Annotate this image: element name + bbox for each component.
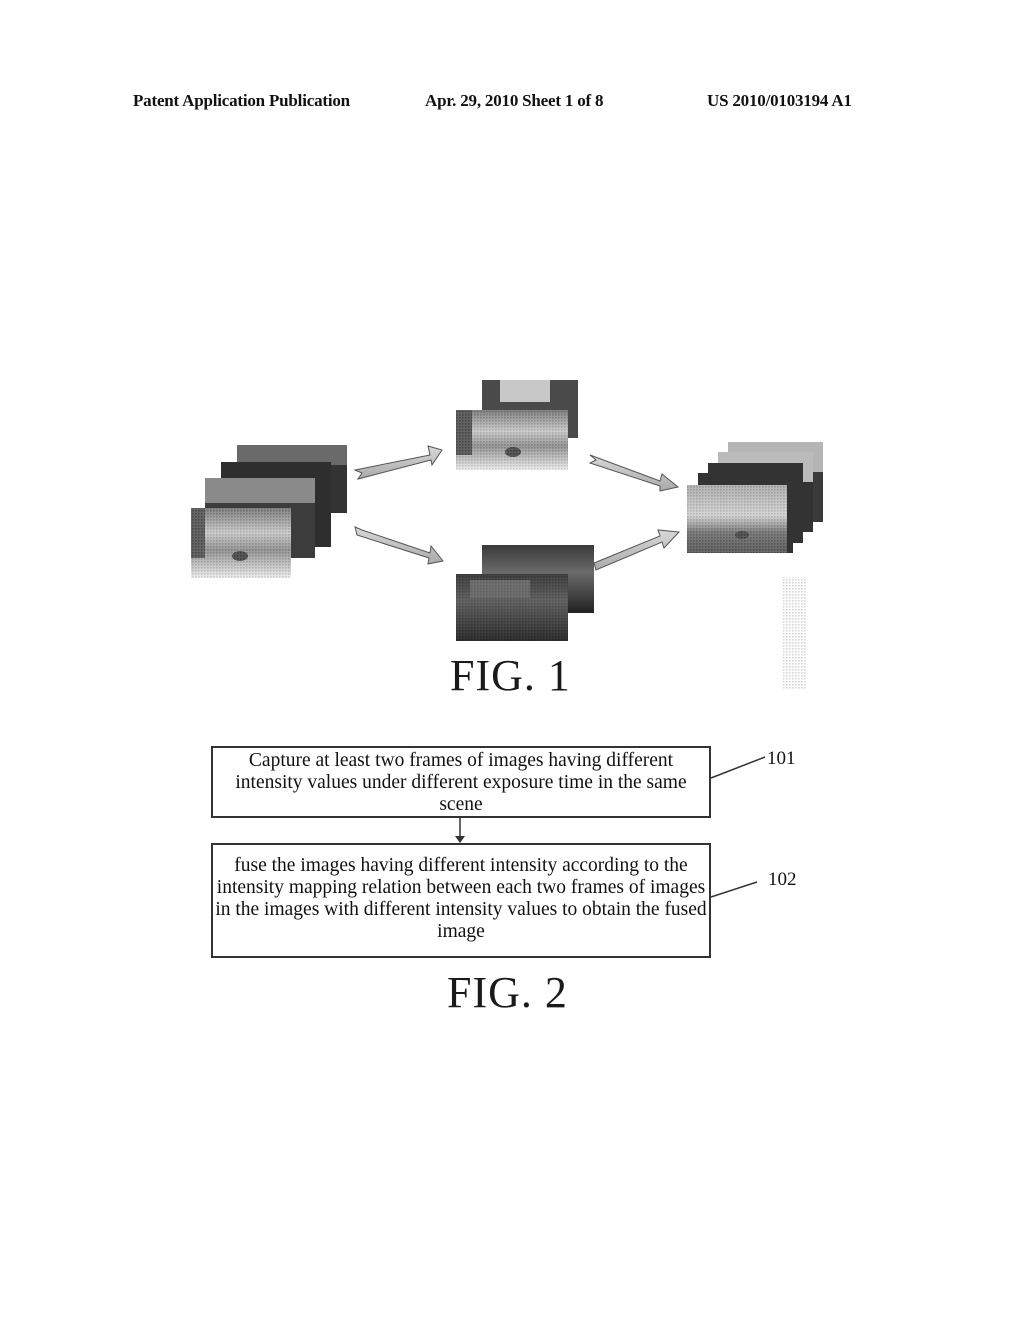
step-text: fuse the images having different intensi… [215,855,707,942]
leader-line-102 [710,881,758,898]
reference-number-102: 102 [768,869,797,890]
step-text: Capture at least two frames of images ha… [235,750,687,815]
arrow-input-to-bright [353,445,443,480]
patent-number: US 2010/0103194 A1 [707,91,852,110]
leader-line-101 [710,756,766,779]
figure-1-label: FIG. 1 [450,651,571,700]
scan-artifact [782,577,806,690]
dark-image-pair [456,545,594,641]
arrow-bright-to-fused [588,454,680,492]
arrow-dark-to-fused [593,529,681,571]
fused-image-stack [687,442,823,553]
reference-number-101: 101 [767,748,796,769]
bright-image-pair [456,380,578,470]
flow-step-101: Capture at least two frames of images ha… [211,746,711,818]
figure-2-label: FIG. 2 [447,968,568,1017]
flow-step-102: fuse the images having different intensi… [211,843,711,958]
publication-type: Patent Application Publication [133,91,350,110]
arrow-input-to-dark [354,526,444,565]
date-sheet: Apr. 29, 2010 Sheet 1 of 8 [425,91,604,110]
input-image-stack [191,445,347,578]
arrowhead-icon [455,836,465,843]
